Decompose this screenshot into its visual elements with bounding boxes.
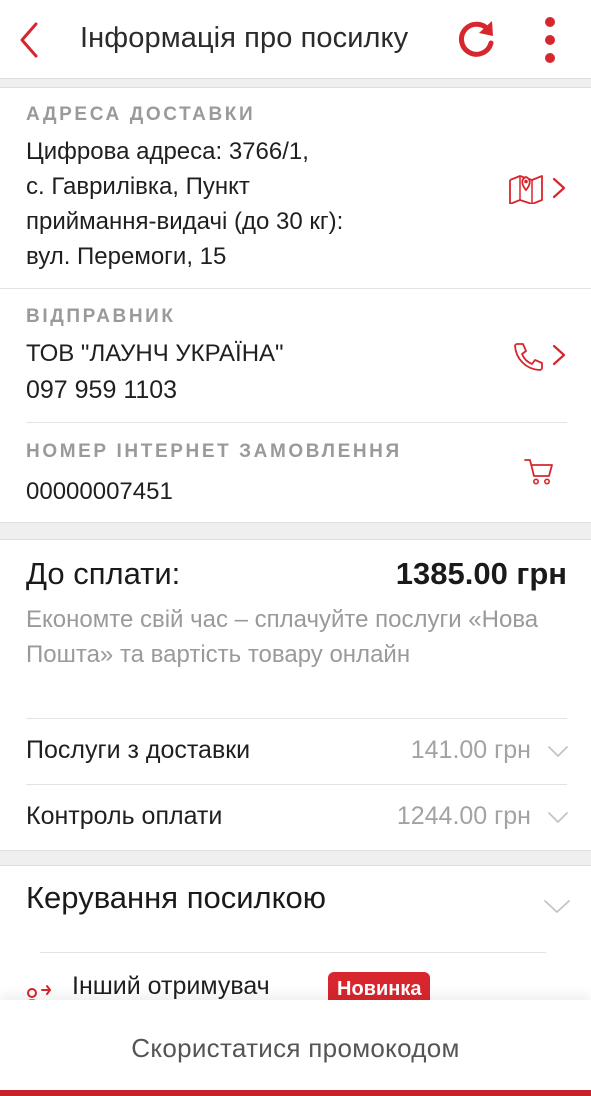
chevron-right-icon (552, 344, 566, 371)
payment-amount: 1385.00 грн (395, 556, 567, 591)
order-number-value: 00000007451 (26, 478, 173, 505)
map-pin-icon[interactable] (508, 170, 544, 209)
divider (40, 952, 546, 953)
delivery-address-line: с. Гаврилівка, Пункт (26, 173, 250, 200)
refresh-button[interactable] (454, 17, 498, 61)
payment-note: Економте свій час – сплачуйте послуги «Н… (26, 606, 539, 668)
cart-icon (524, 458, 554, 491)
delivery-address-line: приймання-видачі (до 30 кг): (26, 208, 344, 235)
delivery-services-value: 141.00 грн (410, 736, 531, 764)
payment-control-value: 1244.00 грн (396, 802, 531, 830)
delivery-services-label: Послуги з доставки (26, 736, 251, 764)
section-separator (0, 78, 591, 88)
back-button[interactable] (14, 20, 50, 60)
new-badge: Новинка (328, 972, 431, 1000)
chevron-left-icon (20, 22, 38, 58)
delivery-address-line: вул. Перемоги, 15 (26, 243, 227, 270)
more-menu-button[interactable] (536, 14, 564, 66)
top-app-bar: Інформація про посилку (0, 0, 591, 80)
order-number-label: НОМЕР ІНТЕРНЕТ ЗАМОВЛЕННЯ (26, 441, 402, 462)
chevron-down-icon (544, 900, 570, 913)
more-vertical-icon (545, 17, 555, 63)
chevron-right-icon (552, 177, 566, 204)
other-recipient-item[interactable]: Інший отримувач Новинка (0, 960, 591, 1000)
sender-label: ВІДПРАВНИК (26, 306, 176, 327)
section-separator (0, 850, 591, 866)
sender-phone: 097 959 1103 (26, 376, 178, 404)
phone-icon[interactable] (512, 341, 544, 376)
use-promo-code-button[interactable]: Скористатися промокодом (0, 1000, 591, 1090)
delivery-address-label: АДРЕСА ДОСТАВКИ (26, 104, 256, 125)
refresh-icon (458, 21, 494, 57)
chevron-down-icon (548, 812, 568, 823)
divider (26, 718, 567, 719)
sender-name: ТОВ "ЛАУНЧ УКРАЇНА" (26, 340, 284, 367)
payment-control-label: Контроль оплати (26, 802, 223, 830)
divider (0, 288, 591, 289)
other-recipient-label: Інший отримувач (72, 972, 270, 1000)
divider (26, 422, 567, 423)
divider (26, 784, 567, 785)
delivery-address-line: Цифрова адреса: 3766/1, (26, 138, 309, 165)
promo-bar: Скористатися промокодом (0, 1000, 591, 1096)
bottom-accent-strip (0, 1090, 591, 1096)
manage-parcel-title: Керування посилкою (26, 880, 327, 915)
payment-title: До сплати: (26, 556, 181, 591)
section-separator (0, 522, 591, 540)
chevron-down-icon (548, 746, 568, 757)
user-switch-icon (27, 985, 52, 1000)
page-title: Інформація про посилку (80, 22, 409, 54)
